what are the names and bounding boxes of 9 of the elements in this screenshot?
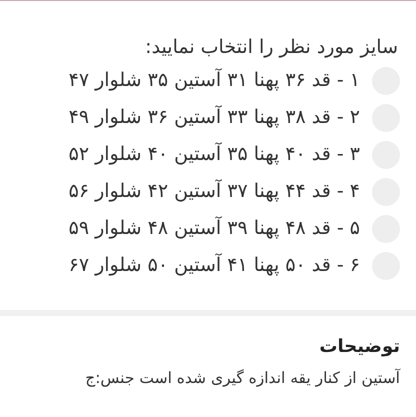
option-label: ۲ - قد ۳۸ پهنا ۳۳ آستین ۳۶ شلوار ۴۹ bbox=[68, 104, 360, 130]
description-text: آستین از کنار یقه اندازه گیری شده است جنس:ج bbox=[84, 368, 400, 389]
option-label: ۴ - قد ۴۴ پهنا ۳۷ آستین ۴۲ شلوار ۵۶ bbox=[68, 178, 360, 204]
option-label: ۶ - قد ۵۰ پهنا ۴۱ آستین ۵۰ شلوار ۶۷ bbox=[68, 252, 360, 278]
size-prompt: سایز مورد نظر را انتخاب نمایید: bbox=[144, 35, 398, 60]
option-label: ۱ - قد ۳۶ پهنا ۳۱ آستین ۳۵ شلوار ۴۷ bbox=[68, 67, 360, 94]
section-title: توضیحات bbox=[318, 335, 400, 359]
option-label: ۳ - قد ۴۰ پهنا ۳۵ آستین ۴۰ شلوار ۵۲ bbox=[68, 141, 360, 168]
option-label: ۵ - قد ۴۸ پهنا ۳۹ آستین ۴۸ شلوار ۵۹ bbox=[68, 215, 360, 242]
